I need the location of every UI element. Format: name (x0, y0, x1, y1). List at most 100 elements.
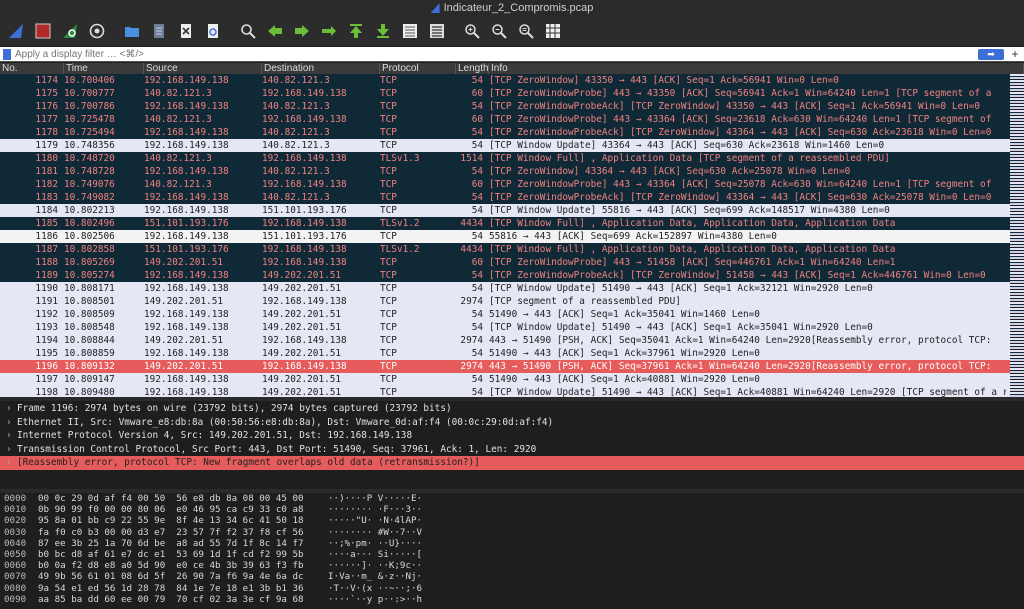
hex-row[interactable]: 0010 0b 90 99 f0 00 00 80 06 e0 46 95 ca … (0, 504, 1024, 515)
column-header-time[interactable]: Time (64, 63, 144, 74)
packet-row[interactable]: 1187 10.802858 151.101.193.176 192.168.149.… (0, 243, 1010, 256)
detail-tree-label: Frame 1196: 2974 bytes on wire (23792 bi… (17, 403, 452, 414)
packet-no: 1178 (35, 127, 58, 138)
close-file-button[interactable] (174, 20, 198, 42)
packet-row[interactable]: 1196 10.809132 149.202.201.51 192.168.149.1… (0, 360, 1010, 373)
packet-row[interactable]: 1180 10.748720 140.82.121.3 192.168.149.138… (0, 152, 1010, 165)
column-header-length[interactable]: Length (456, 63, 489, 74)
go-forward-button[interactable] (290, 20, 314, 42)
packet-time: 10.748356 (64, 140, 115, 151)
add-filter-button[interactable]: + (1008, 48, 1022, 61)
resize-columns-button[interactable] (541, 20, 565, 42)
hex-row[interactable]: 0070 49 9b 56 61 01 08 6d 5f 26 90 7a f6 … (0, 571, 1024, 582)
stop-capture-button[interactable] (31, 20, 55, 42)
expand-chevron-icon[interactable]: › (6, 402, 17, 416)
column-header-destination[interactable]: Destination (262, 63, 380, 74)
find-packet-button[interactable] (236, 20, 260, 42)
hex-row[interactable]: 0090 aa 85 ba dd 60 ee 00 79 70 cf 02 3a … (0, 594, 1024, 605)
open-file-button[interactable] (120, 20, 144, 42)
colorize-button[interactable] (425, 20, 449, 42)
expand-chevron-icon[interactable]: › (6, 416, 17, 430)
expand-chevron-icon[interactable]: › (6, 443, 17, 457)
expand-chevron-icon[interactable]: › (6, 456, 17, 470)
packet-time: 10.748720 (64, 153, 115, 164)
packet-row[interactable]: 1181 10.748728 192.168.149.138 140.82.121.3… (0, 165, 1010, 178)
packet-row[interactable]: 1185 10.802496 151.101.193.176 192.168.149.… (0, 217, 1010, 230)
detail-tree-item[interactable]: › Internet Protocol Version 4, Src: 149.2… (0, 429, 1024, 443)
packet-time: 10.808844 (64, 335, 115, 346)
zoom-in-button[interactable] (460, 20, 484, 42)
start-capture-button[interactable] (4, 20, 28, 42)
detail-tree-item[interactable]: › Frame 1196: 2974 bytes on wire (23792 b… (0, 402, 1024, 416)
column-header-no[interactable]: No. (0, 63, 64, 74)
packet-length: 2974 (460, 296, 483, 307)
restart-icon (63, 24, 77, 38)
column-header-protocol[interactable]: Protocol (380, 63, 456, 74)
hex-ascii: I·Va··m_ &·z··Nj· (328, 571, 423, 583)
hex-ascii: ··;%·pm· ··U}···· (328, 537, 423, 549)
packet-row[interactable]: 1190 10.808171 192.168.149.138 149.202.201.… (0, 282, 1010, 295)
packet-length: 54 (471, 101, 483, 112)
column-header-source[interactable]: Source (144, 63, 262, 74)
restart-capture-button[interactable] (58, 20, 82, 42)
packet-row[interactable]: 1189 10.805274 192.168.149.138 149.202.201.… (0, 269, 1010, 282)
hex-row[interactable]: 0020 95 8a 01 bb c9 22 55 9e 8f 4e 13 34 … (0, 515, 1024, 526)
packet-row[interactable]: 1197 10.809147 192.168.149.138 149.202.201.… (0, 373, 1010, 386)
hex-offset: 0050 (4, 548, 27, 560)
packet-list[interactable]: 1174 10.700406 192.168.149.138 140.82.121.3… (0, 74, 1010, 397)
packet-no: 1192 (35, 309, 58, 320)
hex-row[interactable]: 0030 fa f0 c0 b3 00 00 d3 e7 23 57 7f f2 … (0, 527, 1024, 538)
last-packet-button[interactable] (371, 20, 395, 42)
hex-row[interactable]: 0000 00 0c 29 0d af f4 00 50 56 e8 db 8a … (0, 493, 1024, 504)
packet-details-pane[interactable]: › Frame 1196: 2974 bytes on wire (23792 b… (0, 401, 1024, 489)
packet-row[interactable]: 1179 10.748356 192.168.149.138 140.82.121.3… (0, 139, 1010, 152)
packet-row[interactable]: 1184 10.802213 192.168.149.138 151.101.193.… (0, 204, 1010, 217)
packet-row[interactable]: 1193 10.808548 192.168.149.138 149.202.201.… (0, 321, 1010, 334)
packet-row[interactable]: 1194 10.808844 149.202.201.51 192.168.149.1… (0, 334, 1010, 347)
auto-scroll-button[interactable] (398, 20, 422, 42)
detail-tree-item[interactable]: › Ethernet II, Src: Vmware_e8:db:8a (00:5… (0, 416, 1024, 430)
zoom-out-button[interactable] (487, 20, 511, 42)
packet-row[interactable]: 1177 10.725478 140.82.121.3 192.168.149.138… (0, 113, 1010, 126)
packet-row[interactable]: 1178 10.725494 192.168.149.138 140.82.121.3… (0, 126, 1010, 139)
packet-row[interactable]: 1195 10.808859 192.168.149.138 149.202.201.… (0, 347, 1010, 360)
packet-row[interactable]: 1176 10.700786 192.168.149.138 140.82.121.3… (0, 100, 1010, 113)
first-packet-button[interactable] (344, 20, 368, 42)
column-header-info[interactable]: Info (489, 63, 1024, 74)
hex-row[interactable]: 0060 b0 0a f2 d8 e8 a0 5d 90 e0 ce 4b 3b … (0, 560, 1024, 571)
hex-offset: 0010 (4, 504, 27, 516)
hex-ascii: ······]· ··K;9c·· (328, 560, 423, 572)
packet-destination: 151.101.193.176 (262, 205, 347, 216)
hex-row[interactable]: 0080 9a 54 e1 ed 56 1d 28 78 84 1e 7e 18 … (0, 583, 1024, 594)
packet-length: 54 (471, 127, 483, 138)
packet-row[interactable]: 1175 10.700777 140.82.121.3 192.168.149.138… (0, 87, 1010, 100)
packet-source: 192.168.149.138 (144, 101, 229, 112)
detail-tree-item[interactable]: › Transmission Control Protocol, Src Port… (0, 443, 1024, 457)
packet-minimap-scrollbar[interactable] (1010, 74, 1024, 397)
zoom-reset-button[interactable] (514, 20, 538, 42)
detail-tree-item[interactable]: › [Reassembly error, protocol TCP: New fr… (0, 456, 1024, 470)
save-file-button[interactable] (147, 20, 171, 42)
bookmark-icon[interactable] (3, 48, 11, 60)
display-filter-input[interactable] (15, 47, 978, 61)
packet-row[interactable]: 1174 10.700406 192.168.149.138 140.82.121.3… (0, 74, 1010, 87)
reload-file-button[interactable] (201, 20, 225, 42)
hex-row[interactable]: 0040 87 ee 3b 25 1a 70 6d be a8 ad 55 7d … (0, 538, 1024, 549)
packet-row[interactable]: 1188 10.805269 149.202.201.51 192.168.149.1… (0, 256, 1010, 269)
packet-row[interactable]: 1198 10.809480 192.168.149.138 149.202.201.… (0, 386, 1010, 397)
packet-row[interactable]: 1192 10.808509 192.168.149.138 149.202.201.… (0, 308, 1010, 321)
apply-filter-button[interactable]: ➡ (978, 48, 1004, 60)
packet-row[interactable]: 1182 10.749076 140.82.121.3 192.168.149.138… (0, 178, 1010, 191)
packet-row[interactable]: 1183 10.749082 192.168.149.138 140.82.121.3… (0, 191, 1010, 204)
expand-chevron-icon[interactable]: › (6, 429, 17, 443)
packet-bytes-pane[interactable]: 0000 00 0c 29 0d af f4 00 50 56 e8 db 8a … (0, 493, 1024, 609)
capture-options-button[interactable] (85, 20, 109, 42)
packet-source: 149.202.201.51 (144, 361, 224, 372)
close-file-icon (181, 24, 191, 38)
packet-destination: 140.82.121.3 (262, 101, 330, 112)
packet-row[interactable]: 1186 10.802506 192.168.149.138 151.101.193.… (0, 230, 1010, 243)
packet-row[interactable]: 1191 10.808501 149.202.201.51 192.168.149.1… (0, 295, 1010, 308)
go-to-packet-button[interactable] (317, 20, 341, 42)
hex-row[interactable]: 0050 b0 bc d8 af 61 e7 dc e1 53 69 1d 1f … (0, 549, 1024, 560)
go-back-button[interactable] (263, 20, 287, 42)
